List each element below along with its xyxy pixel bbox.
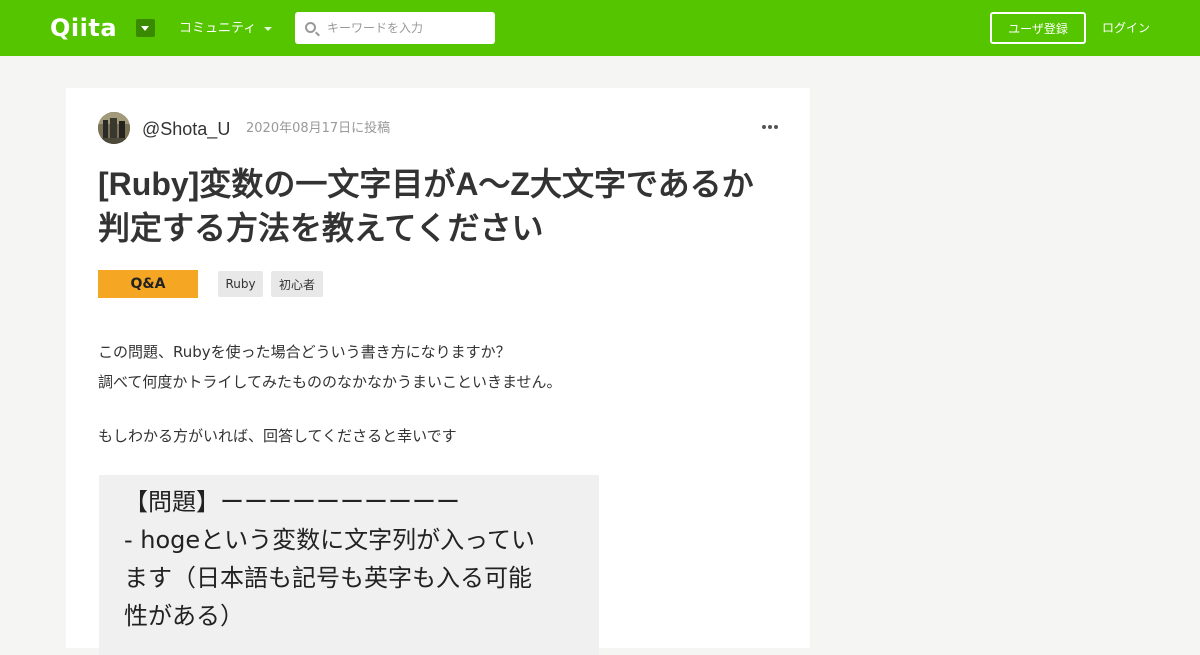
tag-ruby[interactable]: Ruby [218,271,263,297]
article-title: [Ruby]変数の一文字目がA〜Z大文字であるか 判定する方法を教えてください [98,162,788,250]
author-name[interactable]: @Shota_U [142,118,230,140]
search-box[interactable] [295,12,495,44]
top-navbar: Qiita コミュニティ ユーザ登録 ログイン [0,0,1200,56]
search-input[interactable] [327,12,487,44]
problem-line: 性がある） [124,602,244,630]
article-card: @Shota_U 2020年08月17日に投稿 [Ruby]変数の一文字目がA〜… [66,88,810,655]
title-line-2: 判定する方法を教えてください [98,210,544,246]
qa-badge: Q&A [98,270,198,298]
tag-beginner[interactable]: 初心者 [271,271,323,297]
body-paragraph: この問題、Rubyを使った場合どういう書き方になりますか？ [98,343,511,361]
avatar[interactable] [98,112,130,144]
search-icon [305,22,316,33]
logo-dropdown-button[interactable] [136,19,155,37]
problem-line: 【問題】ーーーーーーーーーー [124,488,460,516]
qiita-logo[interactable]: Qiita [50,14,117,42]
problem-image-text: 【問題】ーーーーーーーーーー - hogeという変数に文字列が入ってい ます（日… [124,483,584,635]
problem-line: ます（日本語も記号も英字も入る可能 [124,564,532,592]
problem-line: - hogeという変数に文字列が入ってい [124,526,535,554]
community-label: コミュニティ [179,21,257,36]
signup-button[interactable]: ユーザ登録 [990,12,1086,44]
problem-image: 【問題】ーーーーーーーーーー - hogeという変数に文字列が入ってい ます（日… [99,475,599,655]
title-line-1: [Ruby]変数の一文字目がA〜Z大文字であるか [98,166,754,202]
posted-date: 2020年08月17日に投稿 [246,121,391,136]
body-paragraph: 調べて何度かトライしてみたもののなかなかうまいこといきません。 [98,373,562,391]
body-paragraph: もしわかる方がいれば、回答してくださると幸いです [98,427,457,445]
login-link[interactable]: ログイン [1102,20,1150,36]
more-options-icon[interactable] [762,125,778,129]
chevron-down-icon [264,27,273,31]
community-menu[interactable]: コミュニティ [179,20,273,38]
